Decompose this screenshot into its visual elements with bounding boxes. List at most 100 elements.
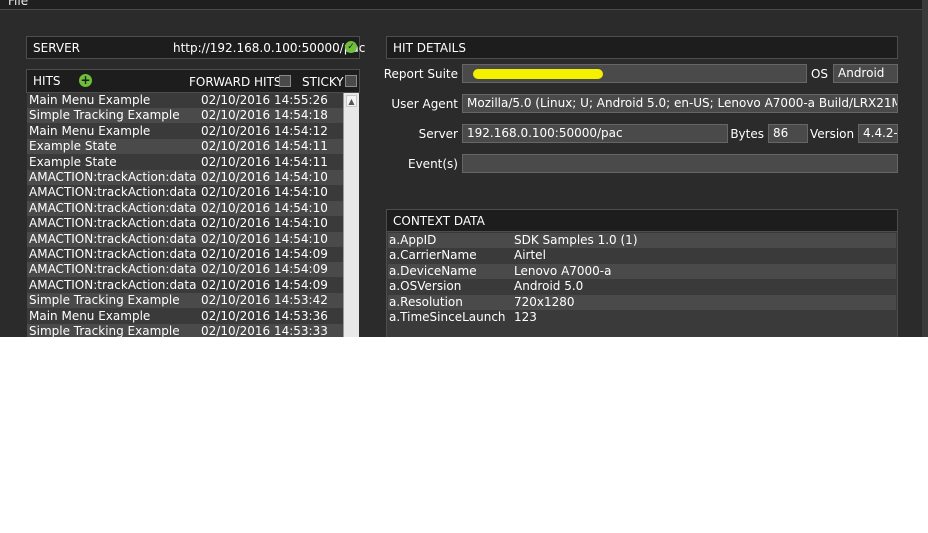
context-row[interactable]: a.DeviceName Lenovo A7000-a: [388, 263, 896, 279]
hit-row[interactable]: AMACTION:trackAction:data: bu 02/10/2016 …: [27, 231, 343, 247]
hit-time: 02/10/2016 14:54:09: [201, 277, 328, 292]
hit-name: AMACTION:trackAction:data: bu: [29, 170, 197, 184]
hit-name: Main Menu Example: [29, 308, 151, 323]
sticky-label: STICKY: [302, 75, 344, 89]
server-detail-label: Server: [418, 127, 458, 141]
add-hit-icon[interactable]: +: [79, 74, 92, 87]
app-window: File SERVER http://192.168.0.100:50000/p…: [0, 0, 928, 337]
hit-row[interactable]: AMACTION:trackAction:data: bu 02/10/2016 …: [27, 216, 343, 231]
server-url: http://192.168.0.100:50000/pac: [173, 41, 366, 55]
events-field[interactable]: [462, 154, 898, 173]
hit-name: Example State: [29, 154, 117, 169]
report-suite-field[interactable]: [462, 64, 807, 83]
hit-row[interactable]: AMACTION:trackAction:data: bu 02/10/2016 …: [27, 200, 343, 216]
user-agent-label: User Agent: [391, 97, 458, 111]
hit-row[interactable]: Example State 02/10/2016 14:54:11: [27, 139, 343, 155]
hit-name: AMACTION:trackAction:data: bu: [29, 185, 197, 200]
hit-row[interactable]: AMACTION:trackAction:data: bu 02/10/2016 …: [27, 247, 343, 262]
hit-row[interactable]: AMACTION:trackAction:data: bu 02/10/2016 …: [27, 278, 343, 293]
context-data-header: CONTEXT DATA: [386, 209, 898, 232]
scroll-up-icon[interactable]: ▲: [346, 95, 357, 107]
hit-name: AMACTION:trackAction:data: bu: [29, 231, 197, 246]
hit-name: Simple Tracking Example: [29, 324, 180, 337]
hit-row[interactable]: Main Menu Example 02/10/2016 14:55:26: [27, 93, 343, 108]
hit-row[interactable]: AMACTION:trackAction:data: bu 02/10/2016 …: [27, 185, 343, 200]
os-field[interactable]: Android: [833, 64, 898, 83]
user-agent-value: Mozilla/5.0 (Linux; U; Android 5.0; en-U…: [467, 96, 898, 110]
hit-name: AMACTION:trackAction:data: bu: [29, 200, 197, 215]
hit-row[interactable]: Simple Tracking Example 02/10/2016 14:54:…: [27, 108, 343, 124]
menu-file[interactable]: File: [8, 0, 28, 8]
bytes-value: 86: [773, 126, 789, 140]
forward-hits-label: FORWARD HITS: [189, 75, 282, 89]
hit-time: 02/10/2016 14:54:09: [201, 262, 328, 277]
hits-list: Main Menu Example 02/10/2016 14:55:26 Simp…: [27, 93, 343, 337]
server-label: SERVER: [33, 41, 81, 55]
hit-time: 02/10/2016 14:54:10: [201, 231, 328, 246]
context-value: 720x1280: [514, 294, 575, 309]
redaction-mark: [473, 69, 603, 79]
menu-bar: File: [0, 0, 922, 10]
sticky-checkbox[interactable]: [345, 75, 357, 87]
version-label: Version: [810, 127, 855, 141]
hit-row[interactable]: Simple Tracking Example 02/10/2016 14:53:…: [27, 293, 343, 309]
context-key: a.TimeSinceLaunch: [389, 310, 506, 324]
context-row[interactable]: a.TimeSinceLaunch 123: [388, 310, 896, 325]
hit-row[interactable]: Simple Tracking Example 02/10/2016 14:53:…: [27, 324, 343, 337]
hit-time: 02/10/2016 14:54:10: [201, 216, 328, 231]
report-suite-label: Report Suite: [383, 67, 458, 81]
hit-time: 02/10/2016 14:54:18: [201, 108, 328, 123]
hit-row[interactable]: Main Menu Example 02/10/2016 14:53:36: [27, 309, 343, 324]
window-edge: [922, 0, 928, 337]
hit-time: 02/10/2016 14:53:42: [201, 293, 328, 308]
context-value: Android 5.0: [514, 279, 584, 294]
hits-header: HITS + FORWARD HITS STICKY: [26, 69, 360, 93]
context-key: a.OSVersion: [389, 279, 462, 294]
context-key: a.AppID: [389, 233, 437, 247]
server-header: SERVER http://192.168.0.100:50000/pac ✓: [26, 36, 365, 59]
bytes-field[interactable]: 86: [768, 124, 808, 143]
server-detail-field[interactable]: 192.168.0.100:50000/pac: [462, 124, 728, 143]
context-row[interactable]: a.Resolution 720x1280: [388, 294, 896, 310]
hit-time: 02/10/2016 14:54:10: [201, 170, 328, 184]
hit-time: 02/10/2016 14:54:10: [201, 200, 328, 215]
hit-details-label: HIT DETAILS: [393, 41, 466, 55]
hits-scrollbar[interactable]: ▲: [343, 93, 359, 337]
context-value: Lenovo A7000-a: [514, 263, 612, 278]
hit-name: Simple Tracking Example: [29, 108, 180, 123]
context-key: a.DeviceName: [389, 263, 477, 278]
hit-name: AMACTION:trackAction:data: bu: [29, 247, 197, 261]
hit-row[interactable]: Main Menu Example 02/10/2016 14:54:12: [27, 124, 343, 139]
hit-time: 02/10/2016 14:53:33: [201, 324, 328, 337]
os-value: Android: [838, 66, 885, 80]
os-label: OS: [810, 67, 828, 81]
context-row[interactable]: a.OSVersion Android 5.0: [388, 279, 896, 294]
context-key: a.Resolution: [389, 294, 463, 309]
context-value: SDK Samples 1.0 (1): [514, 233, 638, 247]
hit-name: AMACTION:trackAction:data: bu: [29, 277, 197, 292]
version-field[interactable]: 4.4.2-A: [858, 124, 898, 143]
user-agent-field[interactable]: Mozilla/5.0 (Linux; U; Android 5.0; en-U…: [462, 94, 898, 113]
context-value: 123: [514, 310, 537, 324]
hit-name: Example State: [29, 139, 117, 154]
hit-name: Simple Tracking Example: [29, 293, 180, 308]
check-icon: ✓: [345, 41, 357, 53]
events-label: Event(s): [408, 157, 458, 171]
context-row[interactable]: a.CarrierName Airtel: [388, 248, 896, 263]
bytes-label: Bytes: [730, 127, 764, 141]
context-row[interactable]: a.AppID SDK Samples 1.0 (1): [388, 233, 896, 248]
server-detail-value: 192.168.0.100:50000/pac: [467, 126, 623, 140]
hit-name: Main Menu Example: [29, 93, 151, 107]
hit-time: 02/10/2016 14:54:10: [201, 185, 328, 200]
hit-row[interactable]: AMACTION:trackAction:data: bu 02/10/2016 …: [27, 262, 343, 278]
hit-time: 02/10/2016 14:53:36: [201, 308, 328, 323]
context-key: a.CarrierName: [389, 248, 477, 263]
hit-time: 02/10/2016 14:55:26: [201, 93, 328, 107]
hit-row[interactable]: Example State 02/10/2016 14:54:11: [27, 155, 343, 170]
hit-name: AMACTION:trackAction:data: bu: [29, 216, 197, 231]
hit-row[interactable]: AMACTION:trackAction:data: bu 02/10/2016 …: [27, 170, 343, 185]
version-value: 4.4.2-A: [863, 126, 898, 140]
hit-time: 02/10/2016 14:54:09: [201, 247, 328, 261]
hit-name: AMACTION:trackAction:data: bu: [29, 262, 197, 277]
forward-hits-checkbox[interactable]: [279, 75, 291, 87]
